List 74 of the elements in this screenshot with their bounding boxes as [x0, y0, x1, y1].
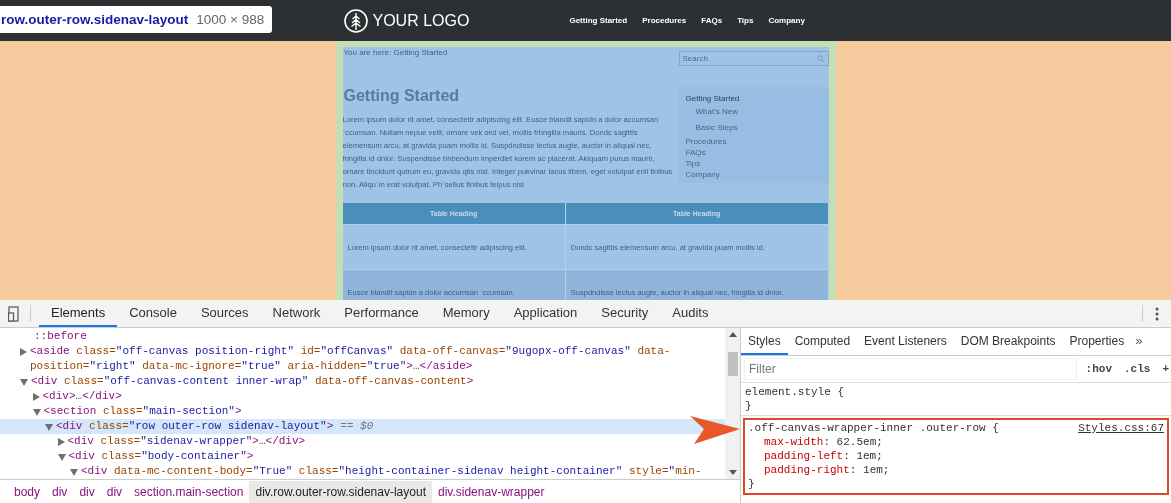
devtools-tab[interactable]: Audits	[660, 300, 721, 327]
rule-selector: .off-canvas-wrapper-inner .outer-row {	[748, 421, 999, 435]
dom-node[interactable]: <div class="row outer-row sidenav-layout"> == $0	[0, 419, 725, 434]
caret-down-icon[interactable]	[57, 454, 66, 461]
breadcrumb-item[interactable]: section.main-section	[128, 480, 250, 503]
node-markup[interactable]: <div>…</div>	[42, 389, 122, 404]
devtools-tab[interactable]: Security	[589, 300, 661, 327]
rule-close-brace: }	[748, 477, 756, 491]
class-button[interactable]: .cls	[1122, 363, 1153, 375]
node-markup[interactable]: <div class="off-canvas-content inner-wrap" data-off-canvas-content>	[31, 374, 474, 389]
caret-right-icon[interactable]	[57, 438, 65, 446]
nav-link[interactable]: Getting Started	[569, 16, 628, 25]
device-toolbar-icon[interactable]	[8, 305, 22, 322]
caret-down-icon[interactable]	[45, 424, 53, 431]
dom-node[interactable]: ::before	[0, 329, 725, 344]
devtools-tab[interactable]: Application	[501, 300, 590, 327]
page-title: Getting Started	[343, 87, 461, 105]
breadcrumb-item[interactable]: div	[100, 480, 129, 503]
dom-node[interactable]: <div class="body-container">	[0, 449, 725, 464]
devtools-tab[interactable]: Console	[117, 300, 189, 327]
breadcrumb-item[interactable]: div	[73, 480, 101, 503]
caret-down-icon[interactable]	[70, 469, 78, 476]
breadcrumb-item[interactable]: div.row.outer-row.sidenav-layout	[249, 480, 432, 503]
devtools-tab[interactable]: Network	[260, 300, 333, 327]
node-markup[interactable]: <section class="main-section">	[43, 404, 242, 419]
rule-close-brace: }	[745, 399, 753, 413]
nav-link[interactable]: Procedures	[642, 16, 687, 25]
node-markup[interactable]: <div class="row outer-row sidenav-layout">	[56, 419, 334, 434]
css-declaration[interactable]: padding-left: 1em;	[748, 449, 1164, 463]
styles-tab[interactable]: DOM Breakpoints	[953, 328, 1063, 355]
dom-node[interactable]: <div class="sidenav-wrapper">…</div>	[0, 434, 725, 449]
tooltip-selector: row.outer-row.sidenav-layout	[1, 12, 189, 27]
scrollbar[interactable]	[725, 328, 740, 479]
search-icon	[816, 54, 825, 63]
styles-tab[interactable]: Event Listeners	[857, 328, 954, 355]
source-link[interactable]: Styles.css:67	[1078, 421, 1164, 435]
more-options-icon[interactable]	[1155, 306, 1159, 321]
css-declaration[interactable]: max-width: 62.5em;	[748, 435, 1164, 449]
caret-right-icon[interactable]	[20, 348, 27, 356]
css-declaration[interactable]: padding-right: 1em;	[748, 463, 1164, 477]
styles-tab[interactable]: Computed	[787, 328, 858, 355]
node-markup[interactable]: <div class="body-container">	[68, 449, 254, 464]
filter-field[interactable]: Filter	[745, 359, 1076, 379]
styles-tab[interactable]: Styles	[741, 328, 788, 355]
node-markup[interactable]: <div class="sidenav-wrapper">…</div>	[67, 434, 306, 449]
scroll-down-icon[interactable]	[728, 470, 737, 475]
scrollbar-thumb[interactable]	[727, 351, 738, 376]
scroll-up-icon[interactable]	[728, 332, 737, 337]
devtools-tab[interactable]: Performance	[332, 300, 431, 327]
nav-link[interactable]: Company	[768, 16, 805, 25]
sidenav-link[interactable]: Getting Started	[685, 93, 822, 104]
nav-link[interactable]: FAQs	[701, 16, 723, 25]
dom-node[interactable]: <div class="off-canvas-content inner-wrap" data-off-canvas-content>	[0, 374, 725, 389]
styles-tab[interactable]: Properties	[1062, 328, 1132, 355]
nav-link[interactable]: Tips	[737, 16, 754, 25]
hover-state-button[interactable]: :hov	[1083, 363, 1114, 375]
logo-text: YOUR LOGO	[372, 11, 470, 30]
tree-logo-icon	[343, 8, 368, 33]
pseudo-element[interactable]: ::before	[34, 329, 87, 344]
breadcrumb-item[interactable]: div.sidenav-wrapper	[432, 480, 551, 503]
more-tabs-button[interactable]: »	[1131, 328, 1147, 355]
caret-right-icon[interactable]	[32, 393, 40, 401]
breadcrumb-item[interactable]: body	[8, 480, 47, 503]
breadcrumb-text: You are here: Getting Started	[342, 47, 449, 58]
new-rule-button[interactable]: +	[1160, 363, 1171, 375]
dom-node[interactable]: <div>…</div>	[0, 389, 725, 404]
devtools-tab[interactable]: Elements	[39, 300, 118, 327]
tooltip-size: 1000 × 988	[196, 12, 265, 27]
devtools-tab[interactable]: Sources	[188, 300, 261, 327]
rule-selector: element.style {	[745, 385, 845, 399]
console-reference: == $0	[340, 419, 374, 434]
breadcrumb-item[interactable]: div	[46, 480, 74, 503]
devtools-tab[interactable]: Memory	[430, 300, 502, 327]
caret-down-icon[interactable]	[20, 379, 28, 386]
